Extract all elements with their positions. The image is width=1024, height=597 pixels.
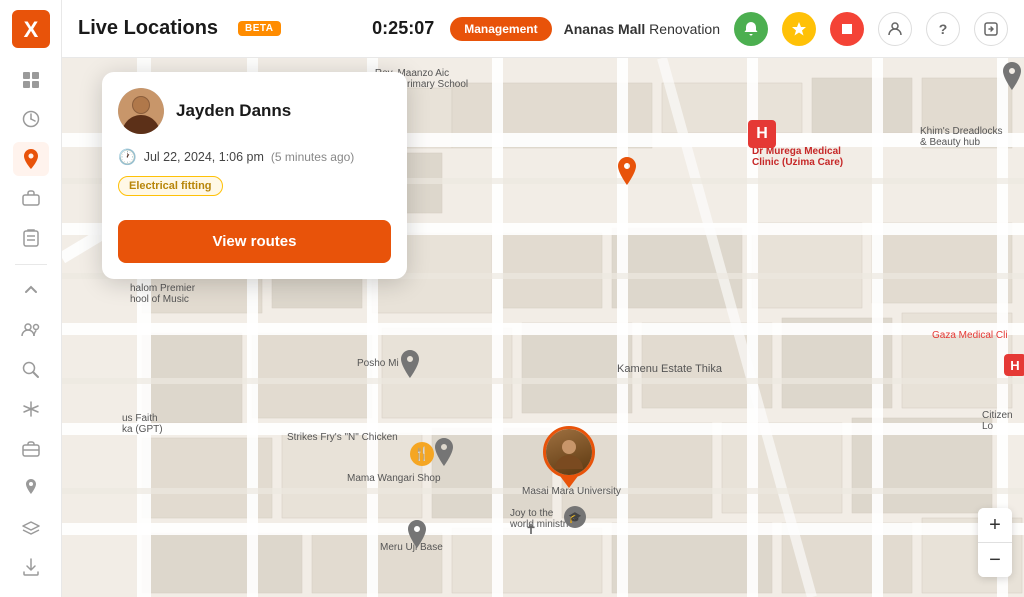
zoom-out-button[interactable]: −	[978, 543, 1012, 577]
sidebar-icon-grid[interactable]	[13, 63, 49, 97]
zoom-controls: + −	[978, 508, 1012, 577]
sidebar-icon-asterisk[interactable]	[13, 392, 49, 426]
management-badge[interactable]: Management	[450, 17, 551, 41]
map-pin-5	[1001, 62, 1023, 90]
map-pin-4	[406, 520, 428, 548]
popup-timestamp: Jul 22, 2024, 1:06 pm	[144, 150, 264, 164]
map-pin-3	[433, 438, 455, 466]
app-logo[interactable]: X	[12, 10, 50, 48]
view-routes-button[interactable]: View routes	[118, 220, 391, 263]
sidebar-icon-download[interactable]	[13, 551, 49, 585]
map-icon-food: 🍴	[410, 442, 434, 466]
share-button[interactable]	[974, 12, 1008, 46]
sidebar-icon-layers[interactable]	[13, 511, 49, 545]
help-button[interactable]: ?	[926, 12, 960, 46]
job-label: Ananas Mall Renovation	[564, 21, 720, 37]
popup-avatar	[118, 88, 164, 134]
map-pin-orange-1	[616, 157, 638, 185]
sidebar-icon-suitcase[interactable]	[13, 432, 49, 466]
star-button[interactable]	[782, 12, 816, 46]
zoom-in-button[interactable]: +	[978, 508, 1012, 542]
sidebar-icon-location[interactable]	[13, 142, 49, 176]
university-icon: 🎓	[564, 506, 586, 528]
sidebar-icon-clipboard[interactable]	[13, 221, 49, 255]
map-background: Rev. Maanzo AicAcademy Primary School Bi…	[62, 58, 1024, 597]
popup-person-name: Jayden Danns	[176, 101, 291, 121]
sidebar-icon-clock[interactable]	[13, 103, 49, 137]
clock-icon: 🕐	[118, 148, 137, 166]
cross-icon: ✝	[522, 520, 540, 538]
person-button[interactable]	[878, 12, 912, 46]
timer: 0:25:07	[372, 18, 434, 39]
sidebar-icon-briefcase[interactable]	[13, 182, 49, 216]
bell-button[interactable]	[734, 12, 768, 46]
stop-button[interactable]	[830, 12, 864, 46]
svg-text:X: X	[23, 17, 38, 42]
header: Live Locations BETA 0:25:07 Management A…	[62, 0, 1024, 58]
sidebar-icon-chevron-up[interactable]	[13, 274, 49, 308]
sidebar-icon-search-person[interactable]	[13, 353, 49, 387]
sidebar: X	[0, 0, 62, 597]
popup-tag: Electrical fitting	[118, 176, 223, 196]
page-title: Live Locations	[78, 17, 218, 40]
map-container[interactable]: Rev. Maanzo AicAcademy Primary School Bi…	[62, 58, 1024, 597]
beta-badge: BETA	[238, 21, 280, 36]
map-pin-2	[399, 350, 421, 378]
popup-card: Jayden Danns 🕐 Jul 22, 2024, 1:06 pm (5 …	[102, 72, 407, 279]
popup-time-ago: (5 minutes ago)	[271, 150, 354, 164]
sidebar-icon-users[interactable]	[13, 313, 49, 347]
person-location-marker[interactable]	[543, 426, 595, 488]
sidebar-icon-pin[interactable]	[13, 471, 49, 505]
